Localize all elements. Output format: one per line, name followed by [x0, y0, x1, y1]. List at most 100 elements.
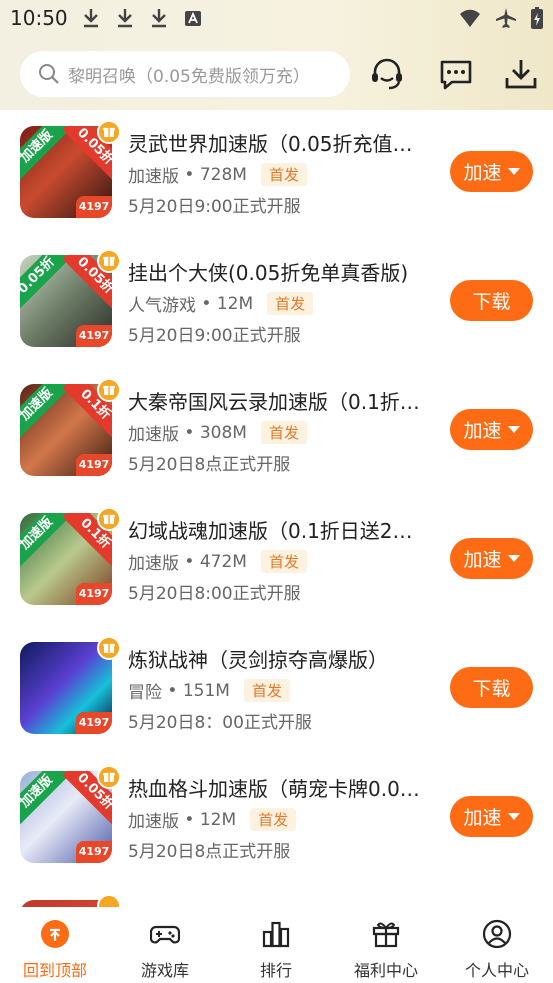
button-label: 下载 [472, 291, 511, 313]
app-notification-icon [185, 11, 201, 26]
game-category: 冒险 [128, 683, 162, 703]
caret-down-icon [507, 425, 520, 433]
game-size: 12M [199, 809, 237, 830]
download-notification-icon [152, 9, 166, 28]
back-to-top-icon [41, 920, 69, 948]
search-bar[interactable]: 黎明召唤（0.05免费版领万充） [20, 51, 350, 97]
game-title[interactable]: 灵武世界加速版（0.05折充值… [128, 128, 438, 157]
download-notification-icon [84, 9, 98, 28]
game-category: 加速版 [128, 167, 179, 187]
tab-back-to-top[interactable]: 回到顶部 [0, 907, 110, 983]
game-thumbnail[interactable]: 加速版 0.05折 4197 [20, 126, 112, 218]
message-icon[interactable] [438, 56, 474, 92]
first-release-badge: 首发 [250, 808, 297, 831]
button-label: 加速 [463, 549, 502, 571]
thumbnail-tag: 4197 [76, 325, 112, 347]
caret-down-icon [507, 167, 520, 175]
download-icon[interactable] [503, 56, 539, 92]
tab-label: 回到顶部 [22, 961, 87, 980]
button-label: 加速 [463, 420, 502, 442]
game-list-item[interactable]: 加速版 0.05折 4197 灵武世界加速版（0.05折充值… 加速版 • 72… [0, 110, 553, 239]
accelerate-button[interactable]: 加速 [450, 409, 533, 450]
game-list-item[interactable]: 4197 炼狱战神（灵剑掠夺高爆版） 冒险 • 151M 首发 5月20日8：0… [0, 626, 553, 755]
accelerate-button[interactable]: 加速 [450, 151, 533, 192]
game-list-item[interactable]: 加速版 0.1折 4197 幻域战魂加速版（0.1折日送2… 加速版 • 472… [0, 497, 553, 626]
tab-game-library[interactable]: 游戏库 [110, 907, 220, 983]
accelerate-button[interactable]: 加速 [450, 796, 533, 837]
game-category: 加速版 [128, 425, 179, 445]
accelerate-button[interactable]: 加速 [450, 538, 533, 579]
caret-down-icon [507, 554, 520, 562]
button-label: 加速 [463, 162, 502, 184]
meta-separator: • [162, 680, 183, 701]
top-bar: 10:50 黎明召唤（0.05免费版领万充） [0, 0, 553, 110]
tab-label: 排行 [259, 961, 292, 980]
server-open-time: 5月20日8点正式开服 [128, 455, 291, 475]
tab-label: 福利中心 [353, 961, 418, 980]
game-title[interactable]: 炼狱战神（灵剑掠夺高爆版） [128, 644, 438, 673]
meta-separator: • [179, 164, 200, 185]
tab-personal-center[interactable]: 个人中心 [442, 907, 552, 983]
tab-welfare-center[interactable]: 福利中心 [331, 907, 441, 983]
gamepad-icon [150, 925, 180, 944]
meta-separator: • [179, 809, 200, 830]
meta-separator: • [179, 422, 200, 443]
tab-ranking[interactable]: 排行 [221, 907, 331, 983]
caret-down-icon [507, 812, 520, 820]
button-label: 下载 [472, 678, 511, 700]
game-thumbnail[interactable]: 加速版 0.1折 4197 [20, 384, 112, 476]
tab-label: 游戏库 [140, 961, 189, 980]
game-meta: 人气游戏 • 12M 首发 [128, 291, 314, 316]
wifi-icon [460, 9, 480, 27]
first-release-badge: 首发 [260, 163, 307, 186]
game-thumbnail[interactable]: 0.05折 0.05折 4197 [20, 255, 112, 347]
server-open-time: 5月20日8点正式开服 [128, 842, 291, 862]
game-list-item[interactable]: 0.05折 0.05折 4197 挂出个大侠(0.05折免单真香版) 人气游戏 … [0, 239, 553, 368]
gift-icon [97, 120, 121, 144]
server-open-time: 5月20日8：00正式开服 [128, 713, 312, 733]
first-release-badge: 首发 [260, 550, 307, 573]
server-open-time: 5月20日9:00正式开服 [128, 197, 301, 217]
status-bar: 10:50 [0, 0, 553, 38]
ranking-icon [262, 921, 290, 948]
first-release-badge: 首发 [260, 421, 307, 444]
game-thumbnail[interactable]: 加速版 0.1折 4197 [20, 513, 112, 605]
download-button[interactable]: 下载 [450, 667, 533, 708]
thumbnail-tag: 4197 [76, 454, 112, 476]
game-title[interactable]: 热血格斗加速版（萌宠卡牌0.0… [128, 773, 438, 802]
game-meta: 加速版 • 12M 首发 [128, 807, 297, 832]
airplane-icon [496, 8, 516, 28]
battery-icon [531, 7, 543, 29]
game-title[interactable]: 幻域战魂加速版（0.1折日送2… [128, 515, 438, 544]
game-size: 472M [199, 551, 247, 572]
first-release-badge: 首发 [243, 679, 290, 702]
game-list-item[interactable]: 加速版 0.05折 4197 热血格斗加速版（萌宠卡牌0.0… 加速版 • 12… [0, 755, 553, 884]
search-icon [39, 64, 59, 84]
game-thumbnail[interactable]: 加速版 0.05折 4197 [20, 771, 112, 863]
headset-icon[interactable] [369, 56, 405, 92]
server-open-time: 5月20日8:00正式开服 [128, 584, 301, 604]
thumbnail-tag: 4197 [76, 841, 112, 863]
server-open-time: 5月20日9:00正式开服 [128, 326, 301, 346]
game-title[interactable]: 挂出个大侠(0.05折免单真香版) [128, 257, 438, 286]
gift-icon [97, 636, 121, 660]
status-time: 10:50 [10, 6, 68, 30]
gift-icon [97, 894, 121, 907]
game-size: 728M [199, 164, 247, 185]
game-meta: 加速版 • 472M 首发 [128, 549, 307, 574]
bottom-tab-bar: 回到顶部 游戏库 排行 福利中心 个人中心 [0, 907, 553, 983]
gift-icon [97, 507, 121, 531]
game-thumbnail[interactable]: 4197 [20, 642, 112, 734]
game-size: 151M [182, 680, 230, 701]
gift-icon [97, 378, 121, 402]
thumbnail-tag: 4197 [76, 712, 112, 734]
game-list-item[interactable]: 加速版 0.1折 4197 大秦帝国风云录加速版（0.1折… 加速版 • 308… [0, 368, 553, 497]
game-title[interactable]: 大秦帝国风云录加速版（0.1折… [128, 386, 438, 415]
game-meta: 冒险 • 151M 首发 [128, 678, 290, 703]
button-label: 加速 [463, 807, 502, 829]
game-category: 加速版 [128, 812, 179, 832]
download-notification-icon [118, 9, 132, 28]
download-button[interactable]: 下载 [450, 280, 533, 321]
game-list-item-partial[interactable] [0, 884, 553, 907]
game-size: 308M [199, 422, 247, 443]
